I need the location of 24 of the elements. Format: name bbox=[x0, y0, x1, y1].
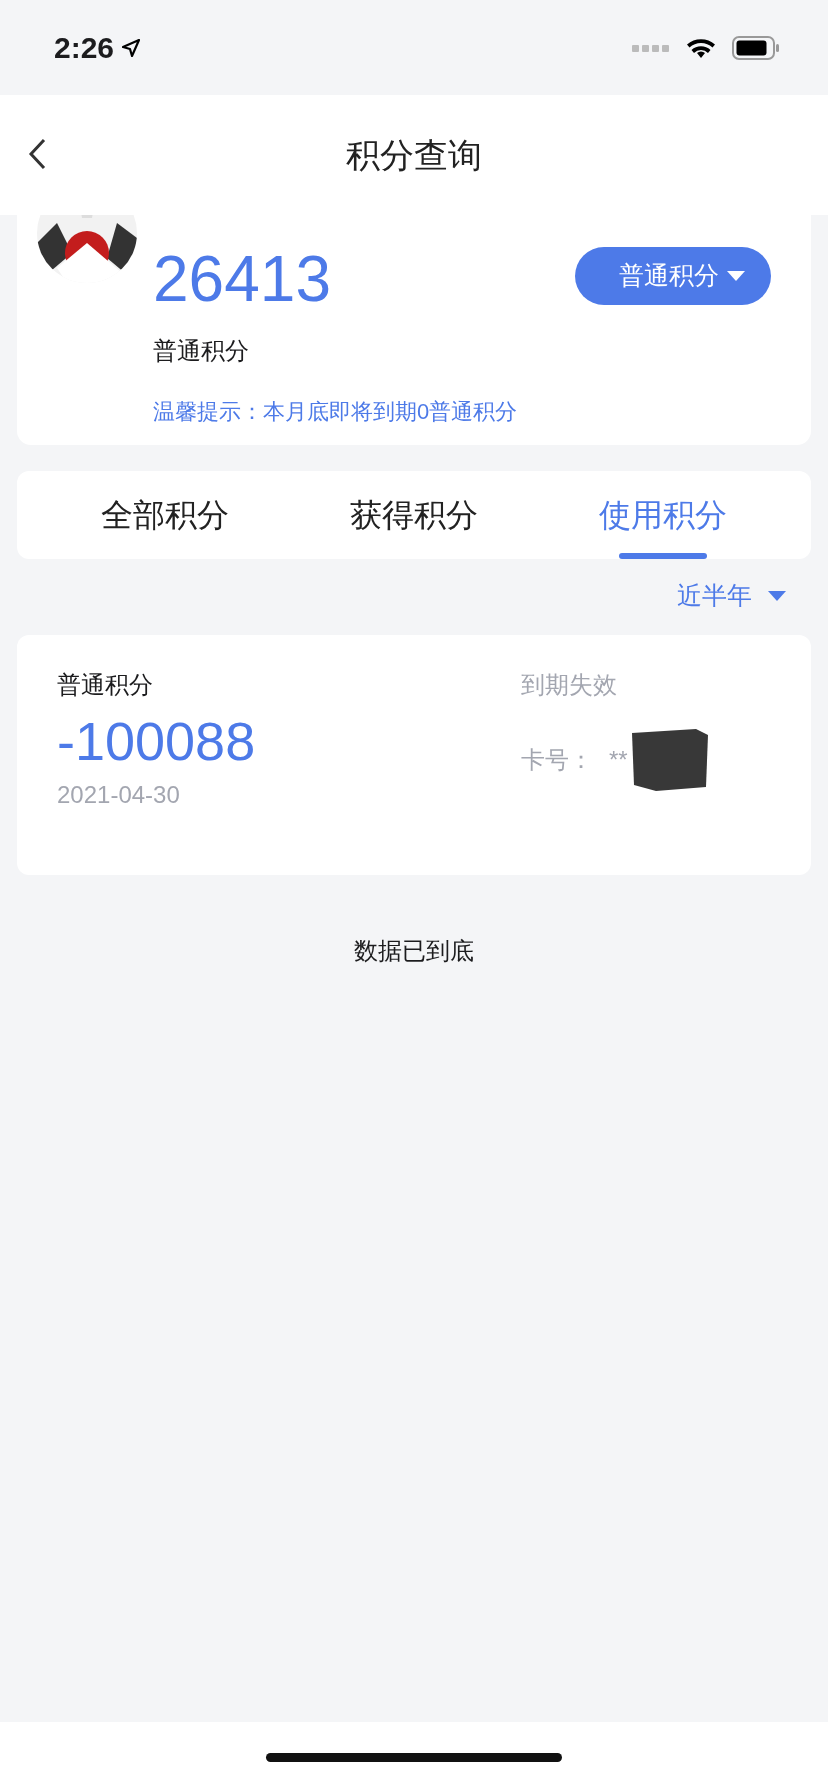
location-icon bbox=[122, 38, 141, 57]
card-label: 卡号： bbox=[521, 744, 593, 775]
period-dropdown[interactable]: 近半年 bbox=[677, 571, 786, 621]
points-type-dropdown[interactable]: 普通积分 bbox=[575, 247, 771, 305]
battery-icon bbox=[732, 35, 780, 60]
caret-icon bbox=[768, 590, 786, 601]
record-amount: -100088 bbox=[57, 709, 256, 773]
status-time: 2:26 bbox=[54, 30, 115, 66]
points-value: 26413 bbox=[153, 247, 332, 311]
tab[interactable]: 获得积分 bbox=[289, 471, 539, 559]
end-of-list-text: 数据已到底 bbox=[354, 936, 474, 964]
back-icon bbox=[26, 137, 48, 171]
card-number: ** bbox=[609, 744, 628, 775]
tab[interactable]: 全部积分 bbox=[41, 471, 290, 559]
tab[interactable]: 使用积分 bbox=[538, 471, 787, 559]
expiry-hint: 温馨提示：本月底即将到期0普通积分 bbox=[153, 398, 519, 426]
record-status: 到期失效 bbox=[521, 669, 618, 700]
page-title: 积分查询 bbox=[346, 134, 482, 176]
caret-icon bbox=[727, 270, 745, 281]
wifi-icon bbox=[686, 36, 716, 59]
record-type: 普通积分 bbox=[57, 669, 154, 700]
points-label: 普通积分 bbox=[153, 336, 250, 366]
record-date: 2021-04-30 bbox=[57, 780, 181, 811]
signal-icon bbox=[632, 42, 670, 53]
